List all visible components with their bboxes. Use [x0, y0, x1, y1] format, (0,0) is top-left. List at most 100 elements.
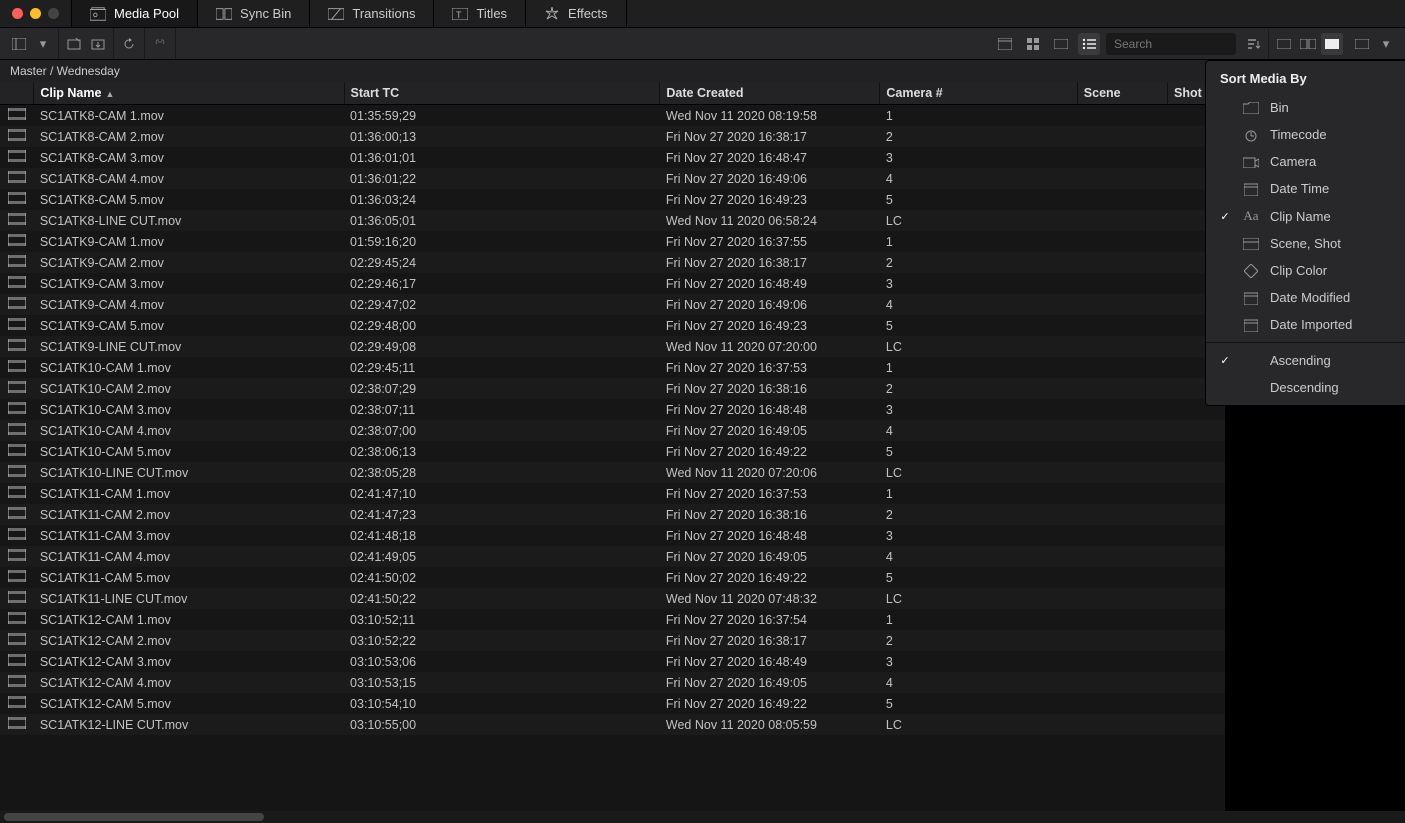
clip-camera: 1	[880, 231, 1077, 252]
clip-tc: 01:35:59;29	[344, 105, 660, 127]
metadata-view-button[interactable]	[994, 33, 1016, 55]
breadcrumb[interactable]: Master / Wednesday	[0, 60, 1405, 82]
sort-item-scene-shot[interactable]: Scene, Shot	[1206, 230, 1405, 257]
table-row[interactable]: SC1ATK10-LINE CUT.mov02:38:05;28Wed Nov …	[0, 462, 1405, 483]
sort-order-descending[interactable]: Descending	[1206, 374, 1405, 401]
search-input[interactable]	[1106, 33, 1236, 55]
table-row[interactable]: SC1ATK9-CAM 3.mov02:29:46;17Fri Nov 27 2…	[0, 273, 1405, 294]
clip-date: Wed Nov 11 2020 07:48:32	[660, 588, 880, 609]
table-row[interactable]: SC1ATK8-CAM 3.mov01:36:01;01Fri Nov 27 2…	[0, 147, 1405, 168]
table-row[interactable]: SC1ATK10-CAM 4.mov02:38:07;00Fri Nov 27 …	[0, 420, 1405, 441]
scrollbar-thumb[interactable]	[4, 813, 264, 821]
clip-tc: 02:29:45;11	[344, 357, 660, 378]
single-viewer-button[interactable]	[1321, 33, 1343, 55]
sort-item-camera[interactable]: Camera	[1206, 148, 1405, 175]
clip-tc: 01:36:03;24	[344, 189, 660, 210]
clip-date: Fri Nov 27 2020 16:37:54	[660, 609, 880, 630]
clip-icon	[0, 588, 34, 609]
horizontal-scrollbar[interactable]	[0, 811, 1405, 823]
table-row[interactable]: SC1ATK8-CAM 4.mov01:36:01;22Fri Nov 27 2…	[0, 168, 1405, 189]
table-row[interactable]: SC1ATK10-CAM 1.mov02:29:45;11Fri Nov 27 …	[0, 357, 1405, 378]
table-row[interactable]: SC1ATK8-CAM 1.mov01:35:59;29Wed Nov 11 2…	[0, 105, 1405, 127]
clip-camera: 3	[880, 147, 1077, 168]
strip-view-button[interactable]	[1050, 33, 1072, 55]
sort-item-clip-name[interactable]: ✓AaClip Name	[1206, 202, 1405, 230]
clip-name: SC1ATK8-CAM 3.mov	[34, 147, 344, 168]
table-row[interactable]: SC1ATK11-CAM 5.mov02:41:50;02Fri Nov 27 …	[0, 567, 1405, 588]
tab-effects[interactable]: Effects	[526, 0, 627, 27]
table-row[interactable]: SC1ATK12-CAM 3.mov03:10:53;06Fri Nov 27 …	[0, 651, 1405, 672]
table-row[interactable]: SC1ATK11-LINE CUT.mov02:41:50;22Wed Nov …	[0, 588, 1405, 609]
sort-order-label: Ascending	[1270, 353, 1331, 368]
table-row[interactable]: SC1ATK10-CAM 3.mov02:38:07;11Fri Nov 27 …	[0, 399, 1405, 420]
sort-item-label: Clip Color	[1270, 263, 1327, 278]
dual-viewer-button[interactable]	[1297, 33, 1319, 55]
table-row[interactable]: SC1ATK9-CAM 5.mov02:29:48;00Fri Nov 27 2…	[0, 315, 1405, 336]
column-header[interactable]: Start TC	[344, 82, 660, 105]
refresh-button[interactable]	[118, 33, 140, 55]
table-row[interactable]: SC1ATK9-CAM 2.mov02:29:45;24Fri Nov 27 2…	[0, 252, 1405, 273]
tab-sync-bin[interactable]: Sync Bin	[198, 0, 310, 27]
table-row[interactable]: SC1ATK12-CAM 1.mov03:10:52;11Fri Nov 27 …	[0, 609, 1405, 630]
close-icon[interactable]	[12, 8, 23, 19]
clip-icon	[0, 147, 34, 168]
table-row[interactable]: SC1ATK10-CAM 2.mov02:38:07;29Fri Nov 27 …	[0, 378, 1405, 399]
table-row[interactable]: SC1ATK12-LINE CUT.mov03:10:55;00Wed Nov …	[0, 714, 1405, 735]
clip-name: SC1ATK8-CAM 2.mov	[34, 126, 344, 147]
maximize-icon[interactable]	[48, 8, 59, 19]
list-view-button[interactable]	[1078, 33, 1100, 55]
column-header[interactable]: Scene	[1077, 82, 1167, 105]
table-row[interactable]: SC1ATK12-CAM 2.mov03:10:52;22Fri Nov 27 …	[0, 630, 1405, 651]
sort-button[interactable]	[1242, 33, 1264, 55]
table-row[interactable]: SC1ATK8-LINE CUT.mov01:36:05;01Wed Nov 1…	[0, 210, 1405, 231]
resolution-button[interactable]	[1351, 33, 1373, 55]
table-row[interactable]: SC1ATK11-CAM 4.mov02:41:49;05Fri Nov 27 …	[0, 546, 1405, 567]
chevron-down-icon[interactable]: ▾	[32, 33, 54, 55]
clip-name: SC1ATK11-CAM 5.mov	[34, 567, 344, 588]
table-row[interactable]: SC1ATK9-CAM 1.mov01:59:16;20Fri Nov 27 2…	[0, 231, 1405, 252]
tab-transitions[interactable]: Transitions	[310, 0, 434, 27]
column-header[interactable]: Date Created	[660, 82, 880, 105]
table-row[interactable]: SC1ATK8-CAM 2.mov01:36:00;13Fri Nov 27 2…	[0, 126, 1405, 147]
table-row[interactable]: SC1ATK11-CAM 3.mov02:41:48;18Fri Nov 27 …	[0, 525, 1405, 546]
sort-item-date-time[interactable]: Date Time	[1206, 175, 1405, 202]
sort-item-clip-color[interactable]: Clip Color	[1206, 257, 1405, 284]
sort-item-bin[interactable]: Bin	[1206, 94, 1405, 121]
clip-name: SC1ATK11-CAM 2.mov	[34, 504, 344, 525]
clip-icon	[0, 294, 34, 315]
clip-camera: 5	[880, 567, 1077, 588]
clip-table-wrap[interactable]: Clip Name▲Start TCDate CreatedCamera #Sc…	[0, 82, 1405, 811]
clip-icon	[0, 252, 34, 273]
clip-name: SC1ATK8-CAM 5.mov	[34, 189, 344, 210]
sort-order-ascending[interactable]: ✓Ascending	[1206, 347, 1405, 374]
table-row[interactable]: SC1ATK8-CAM 5.mov01:36:03;24Fri Nov 27 2…	[0, 189, 1405, 210]
table-row[interactable]: SC1ATK10-CAM 5.mov02:38:06;13Fri Nov 27 …	[0, 441, 1405, 462]
sort-item-date-modified[interactable]: Date Modified	[1206, 284, 1405, 311]
import-button[interactable]	[87, 33, 109, 55]
link-button[interactable]	[149, 33, 171, 55]
sort-item-date-imported[interactable]: Date Imported	[1206, 311, 1405, 338]
clip-name: SC1ATK12-CAM 5.mov	[34, 693, 344, 714]
column-header[interactable]: Camera #	[880, 82, 1077, 105]
sort-item-timecode[interactable]: Timecode	[1206, 121, 1405, 148]
column-header[interactable]: Clip Name▲	[34, 82, 344, 105]
sidebar-toggle-button[interactable]	[8, 33, 30, 55]
clip-date: Fri Nov 27 2020 16:37:53	[660, 357, 880, 378]
tab-media-pool[interactable]: Media Pool	[71, 0, 198, 27]
table-row[interactable]: SC1ATK12-CAM 5.mov03:10:54;10Fri Nov 27 …	[0, 693, 1405, 714]
thumbnail-view-button[interactable]	[1022, 33, 1044, 55]
sort-item-label: Date Time	[1270, 181, 1329, 196]
tab-titles[interactable]: TTitles	[434, 0, 526, 27]
table-row[interactable]: SC1ATK9-LINE CUT.mov02:29:49;08Wed Nov 1…	[0, 336, 1405, 357]
clip-name: SC1ATK9-CAM 2.mov	[34, 252, 344, 273]
table-row[interactable]: SC1ATK9-CAM 4.mov02:29:47;02Fri Nov 27 2…	[0, 294, 1405, 315]
clip-tc: 02:29:47;02	[344, 294, 660, 315]
source-tape-button[interactable]	[1273, 33, 1295, 55]
window-controls	[0, 8, 71, 19]
table-row[interactable]: SC1ATK12-CAM 4.mov03:10:53;15Fri Nov 27 …	[0, 672, 1405, 693]
table-row[interactable]: SC1ATK11-CAM 2.mov02:41:47;23Fri Nov 27 …	[0, 504, 1405, 525]
chevron-down-icon[interactable]: ▾	[1375, 33, 1397, 55]
minimize-icon[interactable]	[30, 8, 41, 19]
table-row[interactable]: SC1ATK11-CAM 1.mov02:41:47;10Fri Nov 27 …	[0, 483, 1405, 504]
new-bin-button[interactable]	[63, 33, 85, 55]
